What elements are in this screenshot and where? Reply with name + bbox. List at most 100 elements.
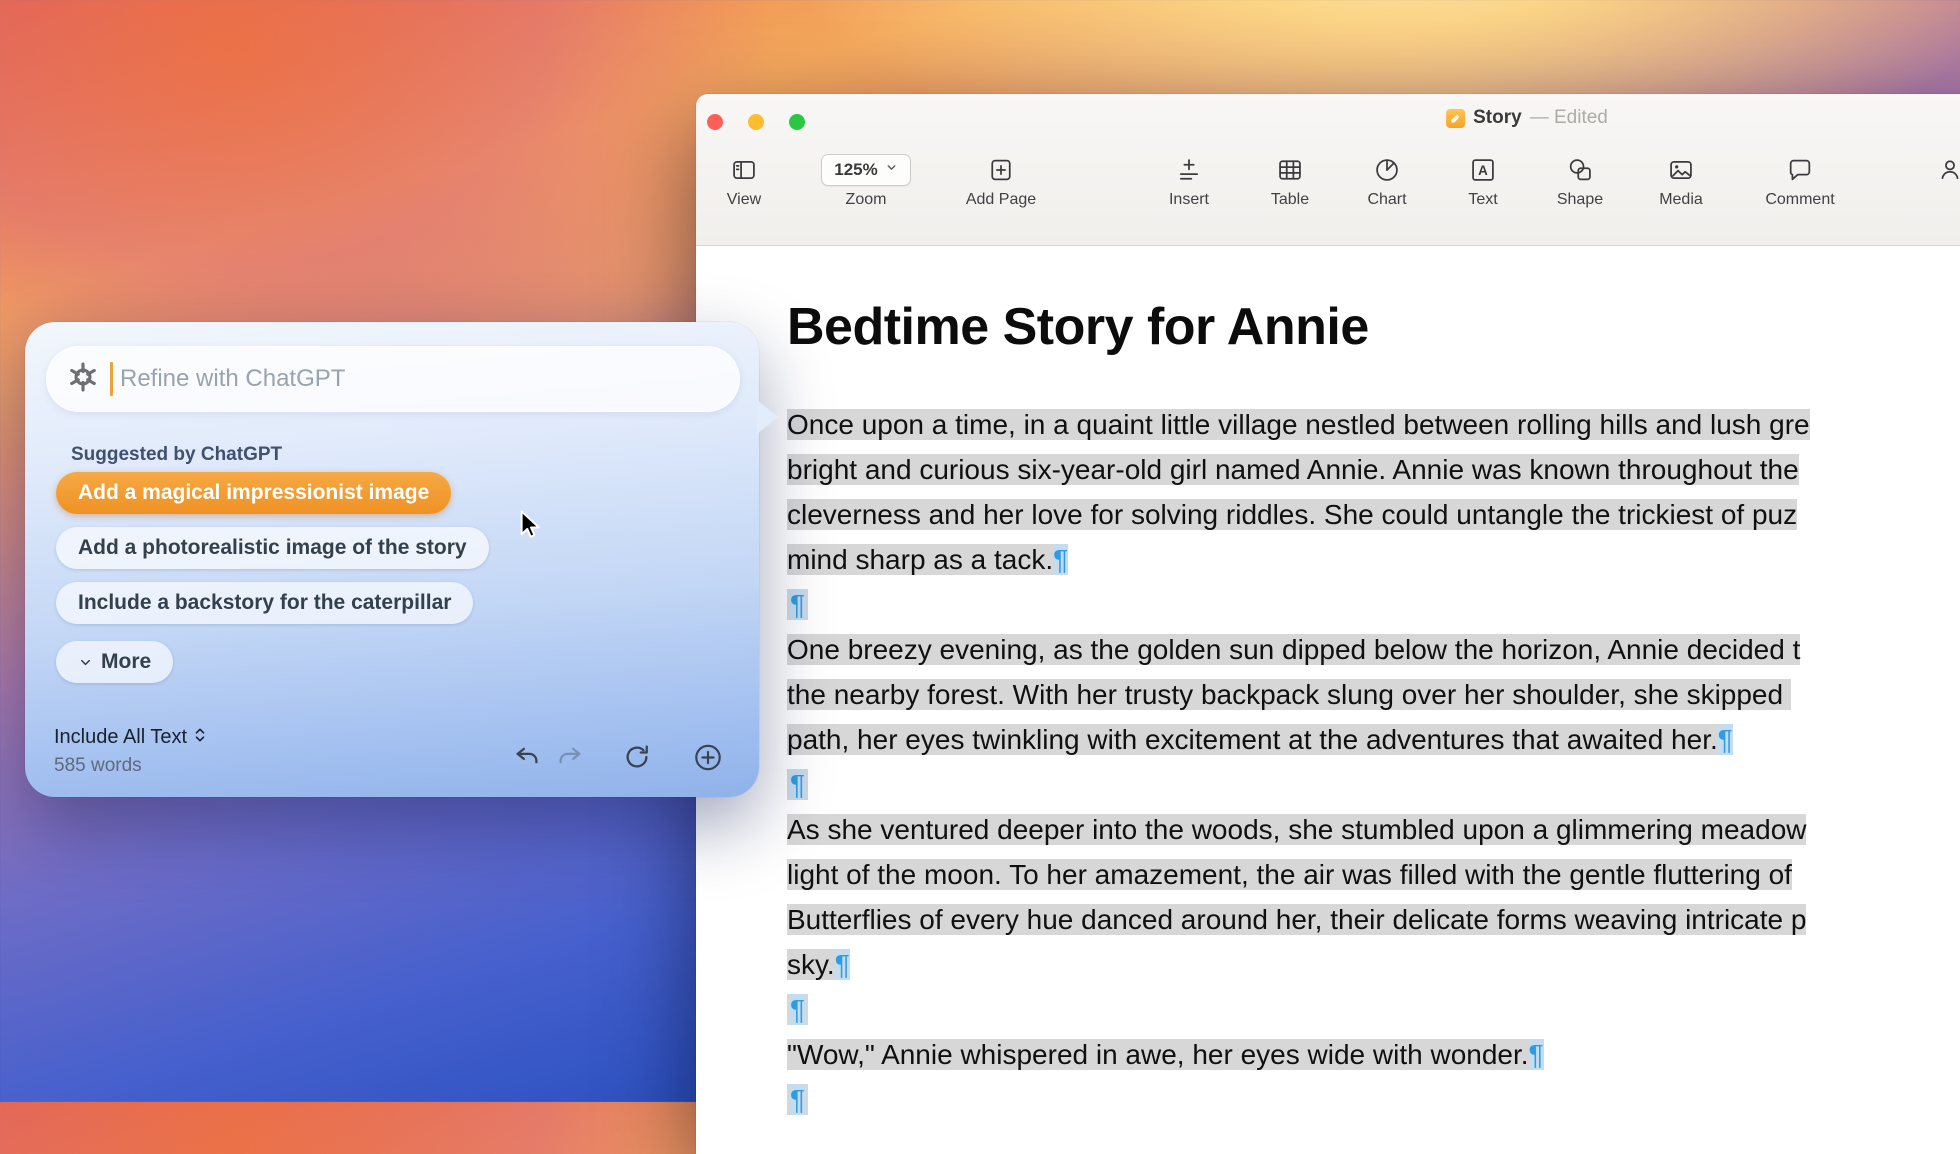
- document-body[interactable]: Bedtime Story for Annie Once upon a time…: [696, 246, 1960, 1154]
- selected-text: ¶: [787, 1084, 809, 1115]
- empty-line[interactable]: ¶: [787, 582, 1960, 627]
- comment-icon: [1786, 154, 1814, 186]
- text-line[interactable]: One breezy evening, as the golden sun di…: [787, 627, 1960, 672]
- pilcrow-mark: ¶: [834, 949, 850, 980]
- toolbar-label: Chart: [1367, 191, 1407, 208]
- add-button[interactable]: [692, 741, 724, 773]
- desktop: { "colors":{ "accent_orange":"#F09A2D", …: [0, 0, 1960, 1154]
- toolbar-collaborate-partial[interactable]: [1890, 154, 1960, 186]
- toolbar-label: Text: [1468, 191, 1498, 208]
- chevron-down-icon: [78, 655, 93, 670]
- empty-line[interactable]: ¶: [787, 987, 1960, 1032]
- toolbar-label: Zoom: [845, 191, 887, 208]
- empty-line[interactable]: ¶: [787, 762, 1960, 807]
- selected-text: mind sharp as a tack.¶: [787, 544, 1069, 575]
- more-button[interactable]: More: [56, 641, 174, 683]
- pilcrow-mark: ¶: [790, 769, 806, 800]
- media-icon: [1667, 154, 1695, 186]
- more-label: More: [101, 650, 152, 673]
- text-line[interactable]: cleverness and her love for solving ridd…: [787, 492, 1960, 537]
- text-line[interactable]: bright and curious six-year-old girl nam…: [787, 447, 1960, 492]
- empty-line[interactable]: ¶: [787, 1077, 1960, 1122]
- text-line[interactable]: mind sharp as a tack.¶: [787, 537, 1960, 582]
- text-line[interactable]: path, her eyes twinkling with excitement…: [787, 717, 1960, 762]
- selected-text: ¶: [787, 589, 809, 620]
- selected-text: bright and curious six-year-old girl nam…: [787, 454, 1799, 485]
- toolbar-label: Media: [1659, 191, 1703, 208]
- pilcrow-mark: ¶: [790, 1084, 806, 1115]
- close-button[interactable]: [707, 114, 723, 130]
- selected-text: Once upon a time, in a quaint little vil…: [787, 409, 1810, 440]
- refine-input[interactable]: Refine with ChatGPT: [46, 346, 740, 412]
- toolbar-add-page[interactable]: Add Page: [941, 154, 1061, 209]
- zoom-window-button[interactable]: [789, 114, 805, 130]
- scope-label: Include All Text: [54, 726, 188, 748]
- chatgpt-popup: Refine with ChatGPT Suggested by ChatGPT…: [25, 322, 778, 797]
- openai-logo-icon: [65, 359, 101, 400]
- pilcrow-mark: ¶: [1717, 724, 1733, 755]
- text-line[interactable]: Once upon a time, in a quaint little vil…: [787, 402, 1960, 447]
- text-line[interactable]: "Wow," Annie whispered in awe, her eyes …: [787, 1032, 1960, 1077]
- selected-text: light of the moon. To her amazement, the…: [787, 859, 1792, 890]
- redo-button[interactable]: [554, 741, 586, 773]
- selected-text: ¶: [787, 769, 809, 800]
- selected-text: "Wow," Annie whispered in awe, her eyes …: [787, 1039, 1544, 1070]
- document-heading: Bedtime Story for Annie: [787, 298, 1369, 356]
- selected-text: ¶: [787, 994, 809, 1025]
- text-line[interactable]: the nearby forest. With her trusty backp…: [787, 672, 1960, 717]
- document-icon: [1446, 108, 1466, 128]
- zoom-control[interactable]: 125%: [821, 154, 911, 186]
- pilcrow-mark: ¶: [790, 589, 806, 620]
- pages-window: Story — Edited View 125% Zoom Add Page I…: [696, 94, 1960, 1154]
- document-edited-state: — Edited: [1529, 107, 1608, 128]
- toolbar-label: Shape: [1556, 191, 1604, 208]
- view-icon: [730, 154, 758, 186]
- toolbar-label: Add Page: [965, 191, 1037, 208]
- mouse-cursor: [514, 509, 544, 541]
- selected-text: the nearby forest. With her trusty backp…: [787, 679, 1791, 710]
- suggestion-pill-2[interactable]: Add a photorealistic image of the story: [56, 527, 489, 569]
- svg-text:A: A: [1478, 163, 1488, 178]
- toolbar-media[interactable]: Media: [1621, 154, 1741, 209]
- chevron-down-icon: [885, 161, 898, 179]
- collaborate-icon: [1936, 154, 1960, 186]
- toolbar-label: Comment: [1765, 191, 1835, 208]
- undo-button[interactable]: [511, 741, 543, 773]
- table-icon: [1276, 154, 1304, 186]
- insert-icon: [1175, 154, 1203, 186]
- text-line[interactable]: sky.¶: [787, 942, 1960, 987]
- minimize-button[interactable]: [748, 114, 764, 130]
- selected-text: Butterflies of every hue danced around h…: [787, 904, 1807, 935]
- pilcrow-mark: ¶: [1528, 1039, 1544, 1070]
- regenerate-button[interactable]: [621, 741, 653, 773]
- toolbar-view[interactable]: View: [684, 154, 804, 209]
- document-text: Once upon a time, in a quaint little vil…: [787, 402, 1960, 1122]
- shape-icon: [1566, 154, 1594, 186]
- selected-text: sky.¶: [787, 949, 850, 980]
- chart-icon: [1373, 154, 1401, 186]
- text-icon: A: [1469, 154, 1497, 186]
- text-line[interactable]: As she ventured deeper into the woods, s…: [787, 807, 1960, 852]
- word-count: 585 words: [54, 755, 142, 776]
- add-page-icon: [987, 154, 1015, 186]
- suggested-by-label: Suggested by ChatGPT: [71, 444, 283, 465]
- scope-control[interactable]: Include All Text 585 words: [54, 726, 207, 777]
- toolbar-label: Table: [1270, 191, 1310, 208]
- text-caret: [110, 362, 113, 396]
- pilcrow-mark: ¶: [1053, 544, 1069, 575]
- text-line[interactable]: light of the moon. To her amazement, the…: [787, 852, 1960, 897]
- selected-text: cleverness and her love for solving ridd…: [787, 499, 1798, 530]
- selected-text: One breezy evening, as the golden sun di…: [787, 634, 1801, 665]
- text-line[interactable]: Butterflies of every hue danced around h…: [787, 897, 1960, 942]
- suggestion-pill-1[interactable]: Add a magical impressionist image: [56, 472, 452, 514]
- selected-text: path, her eyes twinkling with excitement…: [787, 724, 1733, 755]
- updown-chevrons-icon: [193, 726, 207, 749]
- toolbar-zoom[interactable]: 125% Zoom: [806, 154, 926, 209]
- selected-text: As she ventured deeper into the woods, s…: [787, 814, 1807, 845]
- toolbar-comment[interactable]: Comment: [1740, 154, 1860, 209]
- zoom-value: 125%: [834, 160, 878, 179]
- window-title: Story — Edited: [1446, 107, 1608, 129]
- pilcrow-mark: ¶: [790, 994, 806, 1025]
- suggestion-pill-3[interactable]: Include a backstory for the caterpillar: [56, 582, 474, 624]
- toolbar-label: View: [726, 191, 762, 208]
